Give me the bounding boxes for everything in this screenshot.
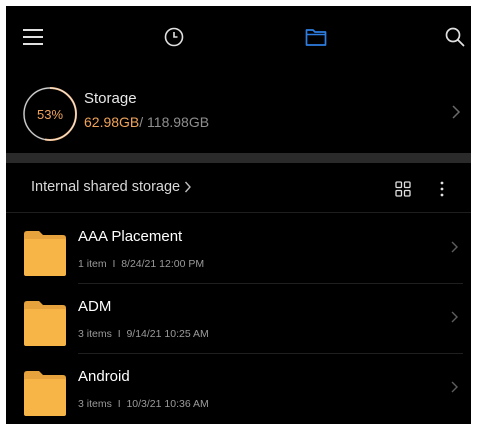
section-header: Internal shared storage <box>6 164 471 212</box>
file-meta: 1 item I 8/24/21 12:00 PM <box>78 258 205 270</box>
file-name: ADM <box>78 298 112 315</box>
chevron-right-icon <box>185 181 192 193</box>
folder-icon <box>24 371 66 416</box>
file-list: AAA Placement 1 item I 8/24/21 12:00 PM … <box>6 214 471 424</box>
folder-icon[interactable] <box>301 22 331 52</box>
file-manager-screen: 53% Storage 62.98GB/ 118.98GB Internal s… <box>6 6 471 424</box>
section-divider <box>6 153 471 163</box>
storage-used: 62.98GB/ 118.98GB <box>84 114 209 130</box>
breadcrumb[interactable]: Internal shared storage <box>31 179 192 195</box>
chevron-right-icon <box>451 104 461 125</box>
list-item[interactable]: ADM 3 items I 9/14/21 10:25 AM <box>6 284 471 354</box>
chevron-right-icon <box>450 380 459 399</box>
clock-icon[interactable] <box>159 22 189 52</box>
folder-icon <box>24 231 66 276</box>
file-meta: 3 items I 9/14/21 10:25 AM <box>78 328 209 340</box>
storage-title: Storage <box>84 90 137 107</box>
storage-used-value: 62.98GB <box>84 114 140 130</box>
divider <box>6 212 471 213</box>
list-item[interactable]: AAA Placement 1 item I 8/24/21 12:00 PM <box>6 214 471 284</box>
storage-summary[interactable]: 53% Storage 62.98GB/ 118.98GB <box>6 76 471 156</box>
storage-total-value: / 118.98GB <box>139 114 210 130</box>
folder-icon <box>24 301 66 346</box>
chevron-right-icon <box>450 240 459 259</box>
storage-percent: 53% <box>36 106 64 122</box>
file-name: AAA Placement <box>78 228 183 245</box>
file-name: Android <box>78 368 130 385</box>
list-item[interactable]: Android 3 items I 10/3/21 10:36 AM <box>6 354 471 424</box>
chevron-right-icon <box>450 310 459 329</box>
menu-icon[interactable] <box>18 22 48 52</box>
top-toolbar <box>6 6 471 68</box>
file-meta: 3 items I 10/3/21 10:36 AM <box>78 398 209 410</box>
breadcrumb-label: Internal shared storage <box>31 179 181 195</box>
more-options-icon[interactable] <box>433 177 451 201</box>
grid-view-icon[interactable] <box>391 177 415 201</box>
search-icon[interactable] <box>440 22 470 52</box>
